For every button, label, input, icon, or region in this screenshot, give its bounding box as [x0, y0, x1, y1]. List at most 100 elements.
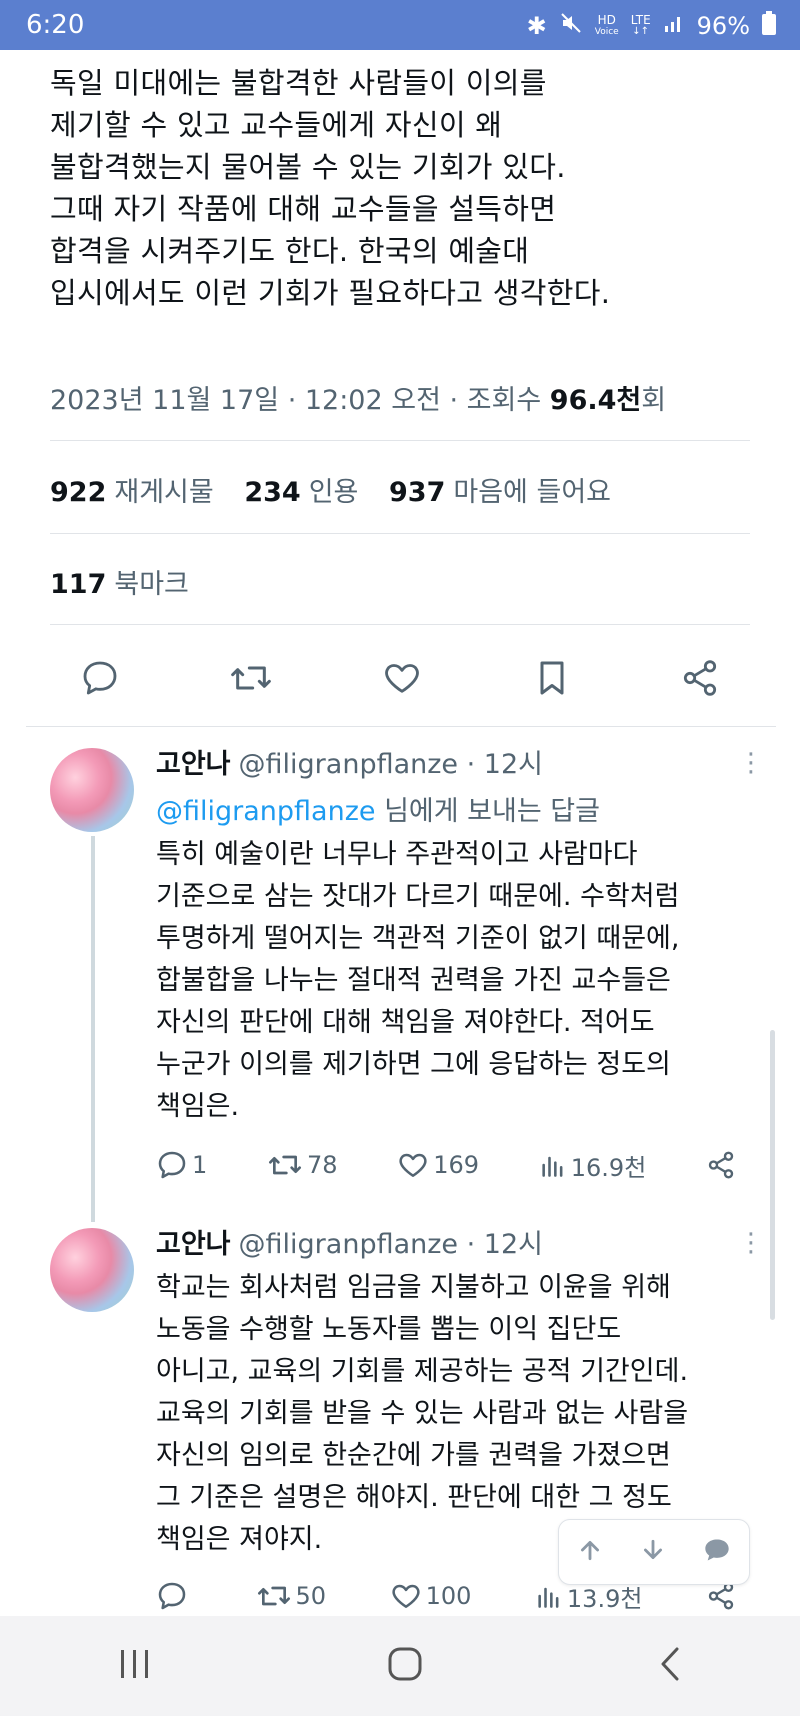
- retweet-count: 78: [306, 1151, 338, 1179]
- share-icon: [708, 1582, 734, 1610]
- retweet-icon: [257, 1586, 290, 1606]
- scrollbar[interactable]: [770, 1030, 775, 1320]
- hd-voice-icon: HD Voice: [594, 13, 619, 37]
- reply-body-line: 합불합을 나누는 절대적 권력을 가진 교수들은: [156, 965, 671, 996]
- retweet-button[interactable]: 50: [256, 1580, 327, 1612]
- floating-navigator: [558, 1519, 750, 1585]
- reply-header: 고안나 @filigranpflanze · 12시: [156, 1222, 746, 1261]
- reply-body: 특히 예술이란 너무나 주관적이고 사람마다 기준으로 삼는 잣대가 다르기 때…: [156, 834, 746, 1128]
- reply-icon: [158, 1151, 186, 1179]
- reply-action-bar: 1 78 169 16.9천: [156, 1143, 736, 1187]
- reply-body-line: 교육의 기회를 받을 수 있는 사람과 없는 사람을: [156, 1398, 689, 1429]
- tweet-text-line: 불합격했는지 물어볼 수 있는 기회가 있다.: [50, 150, 566, 184]
- reply-count: 1: [192, 1151, 208, 1179]
- reply-body-line: 누군가 이의를 제기하면 그에 응답하는 정도의: [156, 1049, 671, 1080]
- reply-body-line: 그 기준은 설명은 해야지. 판단에 대한 그 정도: [156, 1482, 672, 1513]
- quotes-stat[interactable]: 234 인용: [244, 477, 358, 508]
- like-button[interactable]: 100: [390, 1580, 472, 1612]
- signal-icon: [663, 12, 685, 40]
- reply-body-line: 학교는 회사처럼 임금을 지불하고 이윤을 위해: [156, 1272, 671, 1303]
- retweets-stat[interactable]: 922 재게시물: [50, 477, 214, 508]
- reply-button[interactable]: 1: [156, 1149, 207, 1181]
- like-icon: [391, 1584, 420, 1608]
- reply-handle-time: @filigranpflanze · 12시: [238, 749, 543, 780]
- retweet-icon: [268, 1155, 301, 1175]
- reply-body-line: 자신의 판단에 대해 책임을 져야한다. 적어도: [156, 1007, 655, 1038]
- reply-body-line: 책임은.: [156, 1091, 240, 1122]
- arrow-down-icon[interactable]: [640, 1537, 666, 1567]
- status-time: 6:20: [26, 10, 85, 40]
- reply-body-line: 아니고, 교육의 기회를 제공하는 공적 기간인데.: [156, 1356, 689, 1387]
- more-options-icon[interactable]: ⋮: [738, 1228, 764, 1258]
- reply-handle-time: @filigranpflanze · 12시: [238, 1229, 543, 1260]
- divider: [50, 533, 750, 534]
- share-icon: [708, 1151, 734, 1179]
- like-icon[interactable]: [381, 658, 423, 698]
- reply-author-name[interactable]: 고안나: [156, 1229, 231, 1260]
- battery-icon: [762, 11, 776, 41]
- reply-body-line: 투명하게 떨어지는 객관적 기준이 없기 때문에,: [156, 923, 680, 954]
- recent-apps-icon[interactable]: [117, 1648, 153, 1684]
- lte-icon: LTE ↓↑: [630, 13, 651, 37]
- tweet-text-line: 입시에서도 이런 기회가 필요하다고 생각한다.: [50, 276, 611, 310]
- likes-stat[interactable]: 937 마음에 들어요: [389, 477, 611, 508]
- reply-icon[interactable]: [80, 658, 120, 698]
- reply-header: 고안나 @filigranpflanze · 12시: [156, 742, 746, 781]
- battery-text: 96%: [696, 12, 750, 40]
- reply-icon: [158, 1582, 186, 1610]
- tweet-text-line: 합격을 시켜주기도 한다. 한국의 예술대: [50, 234, 530, 268]
- divider: [26, 726, 776, 727]
- thread-line: [91, 836, 95, 1222]
- tweet-views-count: 96.4천: [549, 385, 642, 416]
- reply-tweet[interactable]: 고안나 @filigranpflanze · 12시 ⋮ 학교는 회사처럼 임금을…: [156, 1222, 764, 1561]
- bluetooth-icon: ✱: [526, 12, 547, 40]
- tweet-text-line: 제기할 수 있고 교수들에게 자신이 왜: [50, 108, 503, 142]
- bookmark-icon[interactable]: [532, 657, 572, 699]
- retweet-icon[interactable]: [229, 658, 273, 698]
- mute-icon: [559, 11, 583, 41]
- views-count: 16.9천: [570, 1153, 647, 1182]
- comment-icon[interactable]: [703, 1537, 731, 1567]
- reply-author-name[interactable]: 고안나: [156, 749, 231, 780]
- analytics-icon: [542, 1156, 563, 1177]
- arrow-up-icon[interactable]: [577, 1537, 603, 1567]
- more-options-icon[interactable]: ⋮: [738, 748, 764, 778]
- retweet-button[interactable]: 78: [267, 1149, 338, 1181]
- share-icon[interactable]: [680, 658, 720, 698]
- divider: [50, 440, 750, 441]
- like-count: 169: [433, 1151, 480, 1179]
- avatar[interactable]: [50, 748, 134, 832]
- tweet-timestamp[interactable]: 2023년 11월 17일 · 12:02 오전 · 조회수: [50, 385, 550, 416]
- reply-body-line: 기준으로 삼는 잣대가 다르기 때문에. 수학처럼: [156, 881, 680, 912]
- mention-link[interactable]: @filigranpflanze: [156, 796, 376, 827]
- like-icon: [399, 1153, 427, 1177]
- back-icon[interactable]: [657, 1646, 683, 1686]
- tweet-action-bar: [50, 650, 750, 706]
- status-icons: ✱ HD Voice LTE ↓↑ 96%: [527, 11, 776, 41]
- tweet-views-suffix: 회: [641, 385, 667, 416]
- bookmarks-stat[interactable]: 117 북마크: [50, 562, 189, 601]
- like-count: 100: [425, 1582, 472, 1610]
- share-button[interactable]: [706, 1581, 736, 1611]
- tweet-text: 독일 미대에는 불합격한 사람들이 이의를 제기할 수 있고 교수들에게 자신이…: [50, 62, 770, 314]
- like-button[interactable]: 169: [397, 1149, 479, 1181]
- avatar[interactable]: [50, 1228, 134, 1312]
- system-nav-bar: [0, 1616, 800, 1716]
- tweet-text-line: 그때 자기 작품에 대해 교수들을 설득하면: [50, 192, 557, 226]
- status-bar: 6:20 ✱ HD Voice LTE ↓↑ 96%: [0, 0, 800, 50]
- tweet-stats: 922 재게시물 234 인용 937 마음에 들어요: [50, 470, 633, 509]
- home-icon[interactable]: [387, 1646, 423, 1686]
- divider: [50, 624, 750, 625]
- reply-body: 학교는 회사처럼 임금을 지불하고 이윤을 위해 노동을 수행할 노동자를 뽑는…: [156, 1267, 746, 1561]
- analytics-icon: [538, 1587, 559, 1608]
- retweet-count: 50: [295, 1582, 327, 1610]
- reply-button[interactable]: [156, 1580, 192, 1612]
- views-button[interactable]: 16.9천: [539, 1148, 647, 1183]
- reply-body-line: 자신의 임의로 한순간에 가를 권력을 가졌으면: [156, 1440, 671, 1471]
- reply-body-line: 특히 예술이란 너무나 주관적이고 사람마다: [156, 839, 638, 870]
- tweet-text-line: 독일 미대에는 불합격한 사람들이 이의를: [50, 66, 547, 100]
- tweet-meta: 2023년 11월 17일 · 12:02 오전 · 조회수 96.4천회: [50, 378, 666, 417]
- share-button[interactable]: [706, 1150, 736, 1180]
- replying-to: @filigranpflanze 님에게 보내는 답글: [156, 796, 600, 827]
- reply-tweet[interactable]: 고안나 @filigranpflanze · 12시 ⋮ @filigranpfl…: [156, 742, 764, 1128]
